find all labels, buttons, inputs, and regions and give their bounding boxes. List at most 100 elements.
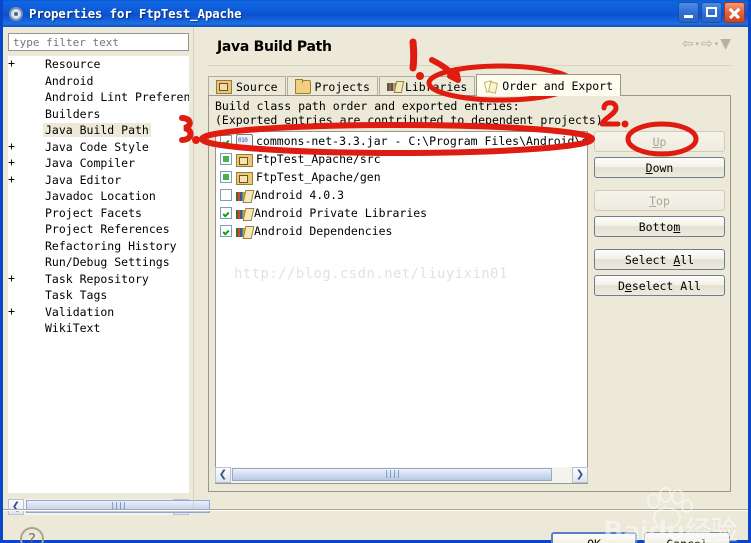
sidebar-item-label: Java Build Path [43, 123, 151, 137]
libraries-books-icon [386, 81, 401, 93]
cancel-button[interactable]: Cancel [644, 532, 730, 543]
scroll-track[interactable] [24, 499, 210, 515]
list-scroll-right-arrow[interactable]: ❯ [572, 467, 588, 483]
scroll-left-arrow[interactable]: ❮ [8, 499, 24, 515]
tab-source[interactable]: Source [208, 76, 286, 96]
sidebar-item-refactoring-history[interactable]: Refactoring History [8, 238, 189, 255]
sidebar-item-label: Validation [45, 304, 115, 319]
expand-plus-icon[interactable]: + [8, 155, 15, 169]
projects-folder-icon [294, 78, 311, 94]
button-label: Down [645, 160, 674, 175]
properties-dialog-screenshot: Properties for FtpTest_Apache + Resource A… [0, 0, 751, 543]
sidebar-item-label: Run/Debug Settings [45, 255, 170, 269]
blog-url-watermark: http://blog.csdn.net/liuyixin01 [234, 266, 508, 282]
sidebar-item-wikitext[interactable]: WikiText [8, 320, 189, 337]
sidebar-item-label: Java Editor [45, 172, 122, 187]
library-icon [236, 208, 251, 221]
tab-label: Libraries [404, 79, 468, 94]
sidebar-item-run-debug-settings[interactable]: Run/Debug Settings [8, 254, 189, 271]
expand-plus-icon[interactable]: + [8, 304, 15, 318]
sidebar-item-label: Project References [45, 222, 170, 236]
entry-checkbox[interactable] [220, 153, 232, 165]
top-button: Top [594, 190, 725, 211]
entry-label: commons-net-3.3.jar - C:\Program Files\A… [256, 134, 588, 148]
sidebar-item-label: Android [45, 73, 94, 88]
forward-caret-icon[interactable]: ▾ [715, 40, 719, 48]
sidebar-item-resource[interactable]: + Resource [8, 56, 189, 73]
back-caret-icon[interactable]: ▾ [695, 40, 699, 48]
sidebar-item-label: Resource [45, 57, 101, 71]
sidebar-item-java-compiler[interactable]: + Java Compiler [8, 155, 189, 172]
tab-projects[interactable]: Projects [286, 76, 378, 96]
sidebar-item-validation[interactable]: + Validation [8, 304, 189, 321]
table-row[interactable]: Android Private Libraries [216, 204, 587, 222]
button-label: Bottom [638, 219, 681, 234]
button-label: Up [652, 134, 667, 149]
entry-checkbox[interactable] [220, 189, 232, 201]
sidebar-item-label: Project Facets [45, 205, 142, 220]
preferences-tree[interactable]: + Resource Android Android Lint Preferences… [8, 56, 189, 493]
minimize-button[interactable] [678, 2, 699, 23]
sidebar-item-java-code-style[interactable]: + Java Code Style [8, 139, 189, 156]
expand-plus-icon[interactable]: + [8, 139, 15, 153]
back-arrow-icon[interactable]: ⇦ [682, 37, 694, 51]
order-and-export-panel: Build class path order and exported entr… [208, 95, 731, 492]
sidebar-item-builders[interactable]: Builders [8, 106, 189, 123]
sidebar-item-label: Javadoc Location [45, 189, 156, 203]
sidebar-item-label: Builders [45, 106, 101, 121]
left-pane: + Resource Android Android Lint Preferences… [8, 33, 189, 497]
filter-input[interactable] [8, 33, 189, 51]
view-menu-icon[interactable]: ▼ [720, 37, 731, 51]
select-all-button[interactable]: Select All [594, 249, 725, 270]
expand-plus-icon[interactable]: + [8, 271, 15, 285]
close-button[interactable] [724, 2, 745, 23]
tab-order-and-export[interactable]: Order and Export [476, 74, 622, 96]
expand-plus-icon[interactable]: + [8, 172, 15, 186]
table-row[interactable]: commons-net-3.3.jar - C:\Program Files\A… [216, 132, 587, 150]
sidebar-item-project-references[interactable]: Project References [8, 221, 189, 238]
classpath-entries-list[interactable]: commons-net-3.3.jar - C:\Program Files\A… [215, 131, 588, 484]
ok-button[interactable]: OK [551, 532, 637, 543]
maximize-button[interactable] [701, 2, 722, 23]
button-label: Top [649, 193, 670, 208]
pane-splitter[interactable] [193, 27, 194, 510]
table-row[interactable]: Android 4.0.3 [216, 186, 587, 204]
deselect-all-button[interactable]: Deselect All [594, 275, 725, 296]
bottom-button[interactable]: Bottom [594, 216, 725, 237]
sidebar-item-label: WikiText [45, 321, 101, 335]
sidebar-item-java-editor[interactable]: + Java Editor [8, 172, 189, 189]
forward-arrow-icon[interactable]: ⇨ [701, 37, 713, 51]
right-pane: Java Build Path ⇦ ▾ ⇨ ▾ ▼ Source Projects… [199, 29, 739, 499]
sidebar-item-android-lint-preferences[interactable]: Android Lint Preferences [8, 89, 189, 106]
build-path-tabs: Source Projects Libraries Order and Export [208, 74, 622, 96]
table-row[interactable]: FtpTest_Apache/gen [216, 168, 587, 186]
entry-checkbox[interactable] [220, 171, 232, 183]
entry-checkbox[interactable] [220, 225, 232, 237]
sidebar-item-android[interactable]: Android [8, 73, 189, 90]
list-scroll-thumb[interactable] [232, 468, 552, 481]
sidebar-item-javadoc-location[interactable]: Javadoc Location [8, 188, 189, 205]
table-row[interactable]: FtpTest_Apache/src [216, 150, 587, 168]
button-label: Deselect All [617, 278, 702, 293]
sidebar-item-label: Task Repository [45, 271, 149, 286]
entry-checkbox[interactable] [220, 207, 232, 219]
scroll-thumb[interactable] [26, 500, 210, 513]
entry-label: FtpTest_Apache/gen [256, 170, 381, 184]
help-icon[interactable]: ? [20, 527, 44, 543]
up-button: Up [594, 131, 725, 152]
list-scroll-left-arrow[interactable]: ❮ [215, 467, 231, 483]
sidebar-item-task-repository[interactable]: + Task Repository [8, 271, 189, 288]
list-horizontal-scrollbar[interactable]: ❮ ❯ [215, 467, 588, 483]
list-scroll-track[interactable] [231, 467, 572, 483]
down-button[interactable]: Down [594, 157, 725, 178]
expand-plus-icon[interactable]: + [8, 56, 15, 70]
sidebar-item-java-build-path[interactable]: Java Build Path [8, 122, 189, 139]
tab-libraries[interactable]: Libraries [378, 76, 476, 96]
tree-horizontal-scrollbar[interactable]: ❮ ❯ [8, 499, 210, 515]
page-title: Java Build Path [217, 39, 332, 55]
entry-label: FtpTest_Apache/src [256, 152, 381, 166]
table-row[interactable]: Android Dependencies [216, 222, 587, 240]
sidebar-item-project-facets[interactable]: Project Facets [8, 205, 189, 222]
entry-checkbox[interactable] [220, 135, 232, 147]
sidebar-item-task-tags[interactable]: Task Tags [8, 287, 189, 304]
